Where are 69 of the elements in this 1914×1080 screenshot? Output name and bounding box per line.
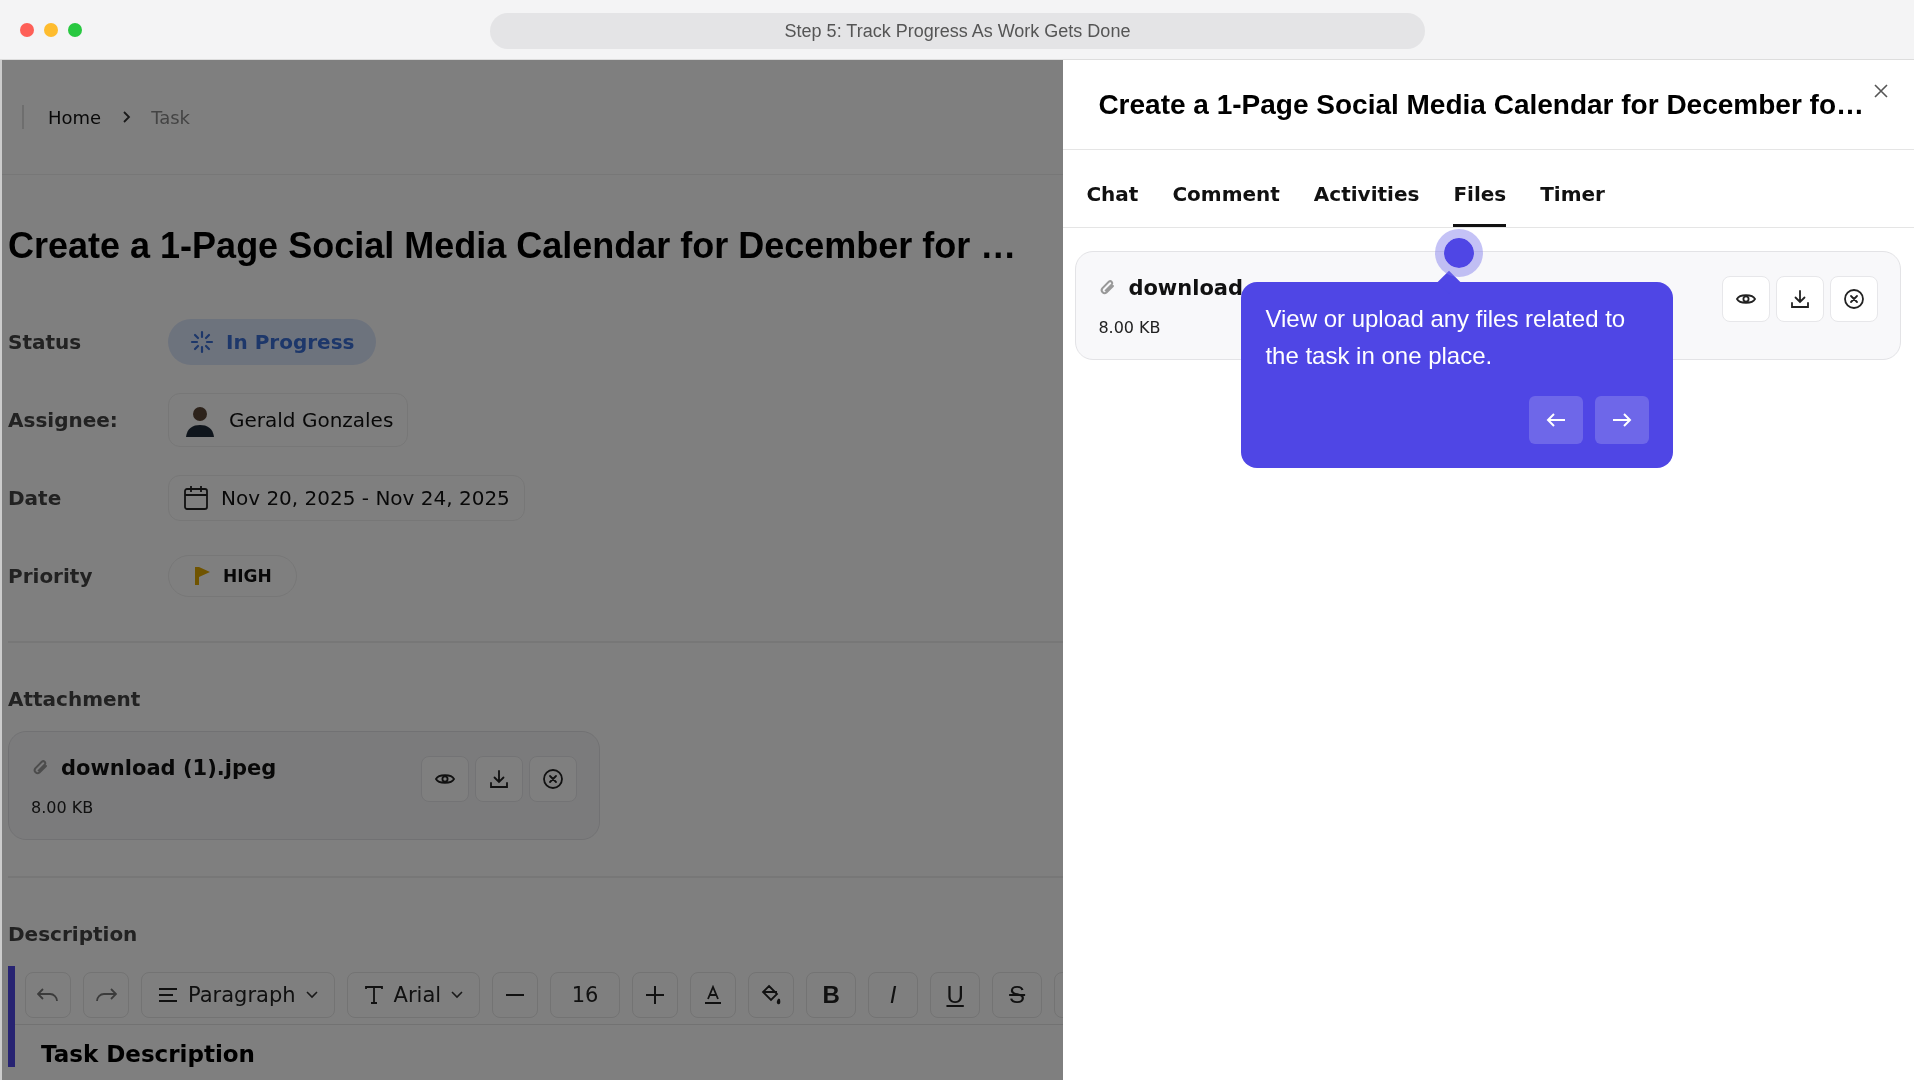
paint-bucket-icon bbox=[760, 984, 783, 1006]
field-label: Status bbox=[8, 330, 83, 354]
eye-icon bbox=[1736, 292, 1757, 306]
download-button[interactable] bbox=[1776, 276, 1825, 322]
format-button[interactable]: S bbox=[992, 972, 1043, 1018]
text-type-icon bbox=[363, 985, 384, 1005]
section-heading: Description bbox=[8, 922, 139, 946]
tab[interactable]: Chat bbox=[1086, 182, 1139, 227]
redo-icon bbox=[95, 988, 117, 1002]
field-label: Date bbox=[8, 486, 63, 510]
tab[interactable]: Activities bbox=[1313, 182, 1420, 227]
arrow-left-icon bbox=[1546, 412, 1567, 428]
redo-button[interactable] bbox=[83, 972, 129, 1018]
eye-icon bbox=[435, 772, 455, 786]
font-dropdown[interactable]: Arial bbox=[346, 972, 481, 1018]
tab[interactable]: Comment bbox=[1172, 182, 1280, 227]
tab[interactable]: Files bbox=[1453, 182, 1507, 227]
file-size: 8.00 KB bbox=[1098, 318, 1162, 337]
close-window-dot[interactable] bbox=[20, 22, 34, 37]
format-button[interactable]: B bbox=[806, 972, 857, 1018]
format-button[interactable]: I bbox=[868, 972, 919, 1018]
zoom-window-dot[interactable] bbox=[68, 22, 82, 37]
tab[interactable]: Timer bbox=[1540, 182, 1605, 227]
priority-chip[interactable]: HIGH bbox=[168, 555, 297, 597]
date-range-chip[interactable]: Nov 20, 2025 - Nov 24, 2025 bbox=[168, 475, 525, 521]
text-color-icon bbox=[703, 985, 724, 1005]
window-title: Step 5: Track Progress As Work Gets Done bbox=[490, 13, 1425, 49]
remove-circle-icon bbox=[1843, 288, 1866, 310]
breadcrumb-current: Task bbox=[151, 106, 190, 128]
field-label: Priority bbox=[8, 564, 94, 588]
previous-button[interactable] bbox=[1529, 396, 1584, 444]
plus-icon bbox=[646, 986, 665, 1004]
breadcrumb-link[interactable]: Home bbox=[48, 106, 102, 128]
file-name: download (1).jpeg bbox=[61, 756, 277, 780]
task-title: Create a 1-Page Social Media Calendar for December for … bbox=[8, 225, 1018, 267]
panel-title: Create a 1-Page Social Media Calendar for December fo… bbox=[1098, 88, 1864, 121]
undo-icon bbox=[37, 988, 59, 1002]
field-label: Assignee: bbox=[8, 408, 119, 432]
section-heading: Attachment bbox=[8, 687, 142, 711]
flag-icon bbox=[193, 566, 211, 586]
content-heading: Task Description bbox=[41, 1041, 256, 1067]
file-name: download bbox=[1128, 276, 1244, 300]
download-icon bbox=[489, 769, 509, 789]
calendar-icon bbox=[183, 485, 209, 511]
tooltip-text: View or upload any files related to the task in one place. bbox=[1265, 304, 1627, 371]
minus-icon bbox=[506, 994, 525, 996]
next-button[interactable] bbox=[1595, 396, 1650, 444]
remove-circle-icon bbox=[542, 768, 564, 790]
close-icon bbox=[1874, 84, 1888, 98]
caret-icon bbox=[451, 991, 464, 999]
minimize-window-dot[interactable] bbox=[44, 22, 58, 37]
assignee-chip[interactable]: Gerald Gonzales bbox=[168, 393, 409, 447]
text-color-button[interactable] bbox=[690, 972, 737, 1018]
preview-button[interactable] bbox=[1722, 276, 1771, 322]
highlight-button[interactable] bbox=[748, 972, 795, 1018]
caret-icon bbox=[305, 991, 318, 999]
undo-button[interactable] bbox=[25, 972, 71, 1018]
arrow-right-icon bbox=[1612, 412, 1633, 428]
file-size: 8.00 KB bbox=[31, 798, 95, 817]
format-button[interactable]: U bbox=[930, 972, 981, 1018]
block-style-dropdown[interactable]: Paragraph bbox=[141, 972, 335, 1018]
font-size-field[interactable]: 16 bbox=[550, 972, 621, 1018]
remove-button[interactable] bbox=[1830, 276, 1879, 322]
align-left-icon bbox=[158, 988, 178, 1002]
close-button[interactable] bbox=[1872, 82, 1890, 100]
chevron-right-icon bbox=[121, 110, 132, 124]
spinner-icon bbox=[190, 330, 214, 354]
download-icon bbox=[1790, 289, 1811, 309]
increase-size-button[interactable] bbox=[632, 972, 679, 1018]
